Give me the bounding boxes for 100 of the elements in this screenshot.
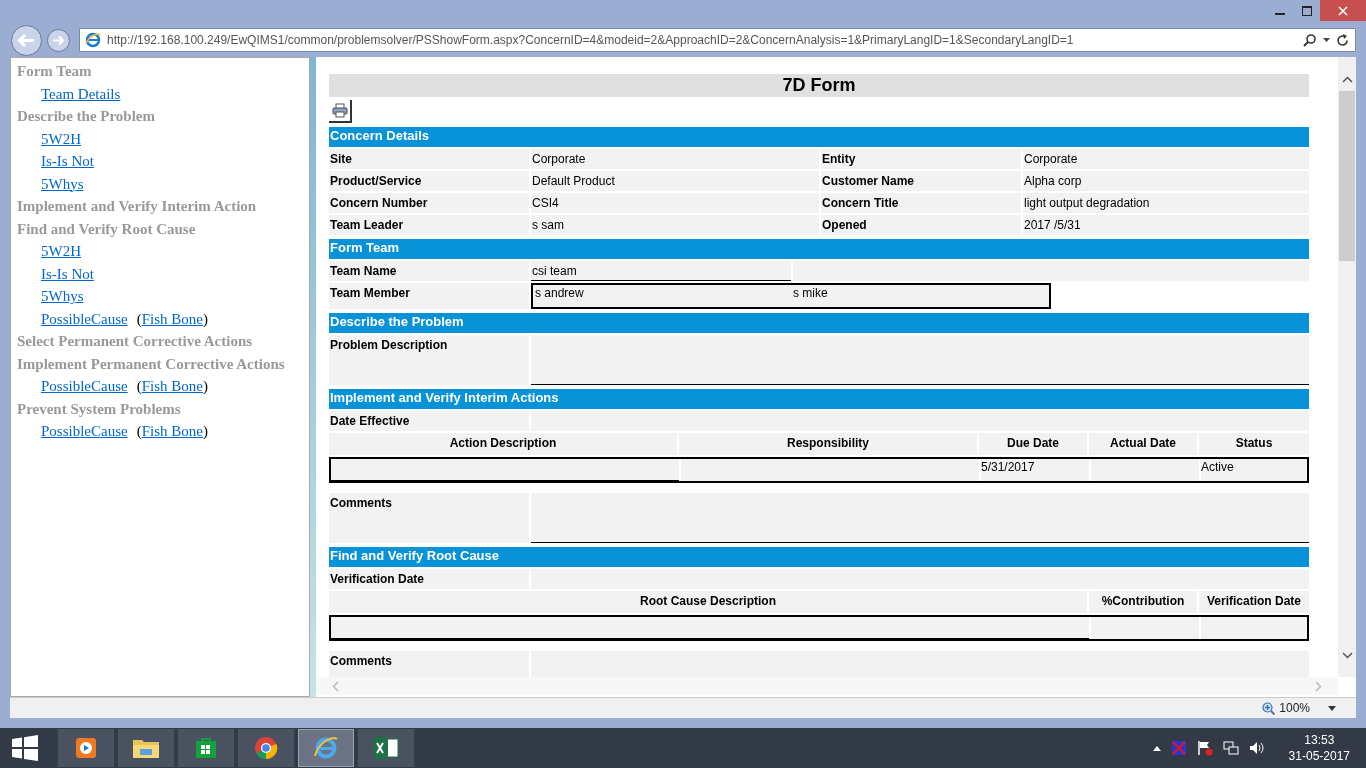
taskbar-button[interactable] [118,729,174,767]
back-button[interactable] [10,24,43,57]
taskbar-button[interactable] [58,729,114,767]
field-label: Problem Description [329,335,529,385]
print-button[interactable] [329,100,352,123]
field-label: Date Effective [329,411,529,431]
nav-heading: Find and Verify Root Cause [17,219,197,239]
nav-heading: Prevent System Problems [17,399,182,419]
column-header: Due Date [979,433,1087,455]
field-label: Concern Title [821,193,1021,213]
speaker-icon[interactable] [1248,740,1265,756]
caret-icon[interactable] [1323,37,1330,43]
maximize-icon [1301,5,1312,16]
member-name: s mike [792,285,829,302]
nav-link[interactable]: 5Whys [41,288,84,304]
taskbar-button[interactable] [358,729,414,767]
zoom-icon [1262,701,1276,715]
media-player-icon [75,737,97,759]
field-value: light output degradation [1023,193,1309,213]
taskbar-button[interactable] [238,729,294,767]
field-value: Alpha corp [1023,171,1309,191]
nav-heading: Describe the Problem [17,107,157,126]
folder-icon [132,737,160,759]
nav-heading: Implement and Verify Interim Action [17,197,258,216]
nav-link[interactable]: Fish Bone [141,375,203,398]
search-icon[interactable] [1303,33,1317,47]
field-value: 2017 /5/31 [1023,215,1309,235]
clock[interactable]: 13:53 31-05-2017 [1288,732,1350,764]
refresh-icon[interactable] [1336,33,1349,47]
section-header: Find and Verify Root Cause [329,547,1309,567]
taskbar-button[interactable] [178,729,234,767]
nav-link[interactable]: 5Whys [41,175,84,192]
column-header: Root Cause Description [329,591,1087,613]
nav-link[interactable]: Fish Bone [141,307,203,330]
parenthesis: ( [136,422,142,441]
parenthesis: ) [202,309,208,329]
section-header: Concern Details [329,127,1309,147]
section-header: Implement and Verify Interim Actions [329,389,1309,409]
minimize-icon [1274,13,1285,15]
address-bar[interactable]: http://192.168.100.249/EwQIMS1/common/problemsolver/PSShowForm.aspx?ConcernID=4&modeid=2&ApproachID=2&ConcernAnalysis=1&PrimaryLangID=1&SecondaryLangID=1 [79,28,1356,52]
vertical-scrollbar[interactable] [1338,57,1356,677]
parenthesis: ( [136,377,142,396]
field-value: csi team [531,261,791,281]
field-label: Customer Name [821,171,1021,191]
parenthesis: ( [136,309,142,329]
field-value: CSI4 [531,193,819,213]
field-value: Corporate [1023,149,1309,169]
store-icon [195,737,217,759]
chrome-icon [254,736,278,760]
field-value: Corporate [531,149,819,169]
field-value: s sam [531,215,819,235]
zoom-level[interactable]: 100% [1279,699,1310,717]
nav-link[interactable]: Is-Is Not [41,265,94,282]
column-header: Verification Date [1199,591,1309,613]
nav-heading: Select Permanent Corrective Actions [17,332,254,351]
windows-logo-icon[interactable] [12,735,38,761]
scrollbar-thumb[interactable] [1339,91,1355,261]
table-cell: Active [1201,459,1307,481]
column-header: Actual Date [1089,433,1197,455]
field-label: Team Leader [329,215,529,235]
field-label: Verification Date [329,569,529,589]
forward-button[interactable] [46,28,71,53]
section-header: Describe the Problem [329,313,1309,333]
field-value: Default Product [531,171,819,191]
field-label: Team Name [329,261,529,281]
member-name: s andrew [534,285,585,302]
column-header: Action Description [329,433,677,455]
caret-icon[interactable] [1328,705,1336,711]
nav-link[interactable]: Fish Bone [141,420,203,443]
nav-link[interactable]: Team Details [41,85,121,102]
action-center-icon[interactable] [1196,740,1213,756]
field-label: Site [329,149,529,169]
column-header: Status [1199,433,1309,455]
nav-heading: Implement Permanent Corrective Actions [17,354,286,374]
nav-link[interactable]: 5W2H [41,130,81,147]
field-label: Entity [821,149,1021,169]
nav-link[interactable]: PossibleCause [41,375,128,398]
field-label: Comments [329,651,529,677]
column-header: Responsibility [679,433,977,455]
nav-link[interactable]: Is-Is Not [41,153,94,169]
column-header: %Contribution [1089,591,1197,613]
field-label: Opened [821,215,1021,235]
flag-icon[interactable] [1170,740,1187,756]
browser-e-icon [313,735,339,761]
nav-link[interactable]: PossibleCause [41,420,128,443]
field-label: Concern Number [329,193,529,213]
field-label: Team Member [329,283,529,309]
caret-up-icon[interactable] [1152,745,1161,751]
parenthesis: ) [202,422,208,441]
parenthesis: ) [202,377,208,396]
nav-link[interactable]: 5W2H [41,243,81,259]
section-header: Form Team [329,239,1309,259]
field-label: Product/Service [329,171,529,191]
nav-heading: Form Team [17,62,93,81]
form-title: 7D Form [329,74,1309,97]
network-icon[interactable] [1222,740,1239,756]
table-cell: 5/31/2017 [981,459,1089,481]
spreadsheet-icon [373,736,399,760]
nav-link[interactable]: PossibleCause [41,307,128,330]
comments-field[interactable] [531,493,1309,543]
